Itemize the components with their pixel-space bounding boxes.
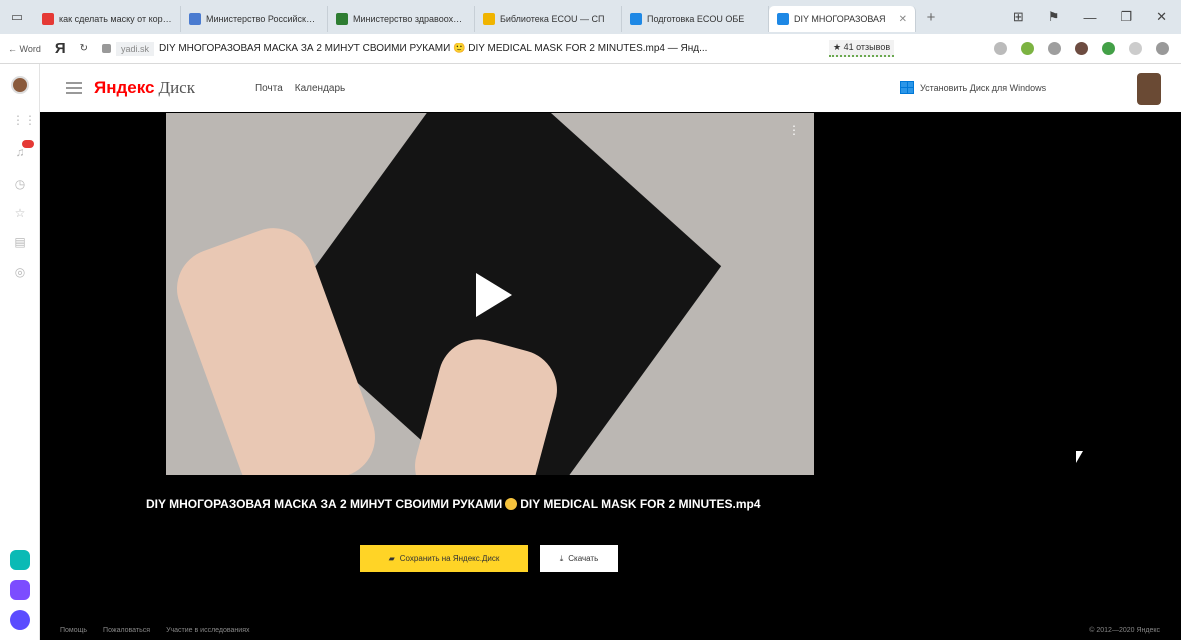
file-name: DIY МНОГОРАЗОВАЯ МАСКА ЗА 2 МИНУТ СВОИМИ…	[146, 497, 846, 511]
browser-sidebar: ⋮⋮ ♫ ◷ ☆ ▤ ◎	[0, 64, 40, 640]
avatar[interactable]	[1137, 73, 1161, 105]
reload-icon[interactable]: ↻	[80, 43, 88, 54]
extension-icon[interactable]	[1021, 42, 1034, 55]
tab-favicon-icon	[336, 13, 348, 25]
address-bar: ← Word Я ↻ yadi.sk DIY МНОГОРАЗОВАЯ МАСК…	[0, 34, 1181, 64]
star-icon[interactable]: ☆	[12, 205, 28, 221]
history-icon[interactable]: ◷	[12, 176, 28, 192]
yandex-icon[interactable]: Я	[55, 40, 66, 57]
protect-icon[interactable]: ⚑	[1048, 9, 1060, 25]
video-player[interactable]: ⋮	[166, 113, 814, 475]
shield-icon[interactable]	[1102, 42, 1115, 55]
close-window-icon[interactable]: ✕	[1156, 9, 1167, 25]
install-label: Установить Диск для Windows	[920, 82, 1047, 93]
download-button[interactable]: ⤓ Скачать	[540, 545, 618, 572]
minimize-icon[interactable]: —	[1083, 10, 1096, 25]
collections-icon[interactable]: ▤	[12, 234, 28, 250]
copyright: © 2012—2020 Яндекс	[1089, 627, 1160, 634]
restore-icon[interactable]: ❐	[1120, 9, 1132, 25]
extension-icon[interactable]	[1048, 42, 1061, 55]
tab-2[interactable]: Министерство Российской Федерации	[181, 6, 328, 32]
extension-icon[interactable]	[1129, 42, 1142, 55]
reviews-badge[interactable]: ★ 41 отзывов	[829, 40, 895, 57]
menu-icon[interactable]	[66, 82, 82, 94]
extensions	[994, 42, 1181, 55]
save-button-label: Сохранить на Яндекс.Диск	[399, 554, 500, 563]
tab-3[interactable]: Министерство здравоохранения	[328, 6, 475, 32]
new-tab-button[interactable]: +	[916, 9, 946, 26]
save-to-disk-button[interactable]: ▰ Сохранить на Яндекс.Диск	[360, 545, 528, 572]
tab-favicon-icon	[777, 13, 789, 25]
disk-header: Яндекс Диск Почта Календарь Установить Ди…	[40, 64, 1181, 112]
tab-1[interactable]: как сделать маску от коронавируса	[34, 6, 181, 32]
close-tab-icon[interactable]: ✕	[899, 14, 907, 25]
tab-favicon-icon	[189, 13, 201, 25]
tab-favicon-icon	[630, 13, 642, 25]
alice-icon[interactable]	[10, 610, 30, 630]
sidebar-toggle-icon[interactable]: ▭	[0, 0, 34, 34]
messenger-app-icon[interactable]	[10, 550, 30, 570]
help-link[interactable]: Помощь	[60, 627, 87, 634]
tab-label: DIY МНОГОРАЗОВАЯ	[794, 14, 886, 24]
bookmarks-icon[interactable]: ⊞	[1013, 9, 1024, 25]
report-link[interactable]: Пожаловаться	[103, 627, 150, 634]
tab-label: Министерство здравоохранения	[353, 14, 466, 24]
tab-label: как сделать маску от коронавируса	[59, 14, 172, 24]
mouse-cursor	[1076, 451, 1083, 463]
logo-product: Диск	[158, 78, 195, 97]
tab-5[interactable]: Подготовка ECOU ОБЕ	[622, 6, 769, 32]
file-name-tail: DIY MEDICAL MASK FOR 2 MINUTES.mp4	[520, 497, 761, 511]
apps-icon[interactable]: ⋮⋮	[12, 112, 36, 128]
page-footer: Помощь Пожаловаться Участие в исследован…	[60, 627, 1160, 634]
mail-link[interactable]: Почта	[255, 83, 283, 94]
download-icon: ⤓	[559, 553, 564, 563]
url-domain[interactable]: yadi.sk	[116, 41, 155, 56]
more-options-icon[interactable]: ⋮	[788, 123, 800, 137]
tab-favicon-icon	[483, 13, 495, 25]
tab-label: Министерство Российской Федерации	[206, 14, 319, 24]
logo-brand: Яндекс	[94, 78, 155, 97]
tab-favicon-icon	[42, 13, 54, 25]
download-icon[interactable]	[1156, 42, 1169, 55]
research-link[interactable]: Участие в исследованиях	[166, 627, 249, 634]
download-button-label: Скачать	[568, 554, 599, 563]
tab-active[interactable]: DIY МНОГОРАЗОВАЯ ✕	[769, 6, 916, 32]
lock-icon	[102, 44, 112, 53]
disk-icon: ▰	[388, 554, 395, 563]
camera-app-icon[interactable]	[10, 580, 30, 600]
tab-label: Подготовка ECOU ОБЕ	[647, 14, 745, 24]
downloads-icon[interactable]: ◎	[12, 264, 28, 280]
smiley-icon	[505, 498, 518, 510]
install-disk-link[interactable]: Установить Диск для Windows	[900, 81, 1046, 94]
yandex-disk-logo[interactable]: Яндекс Диск	[94, 78, 195, 98]
url-page-title[interactable]: DIY МНОГОРАЗОВАЯ МАСКА ЗА 2 МИНУТ СВОИМИ…	[159, 43, 799, 54]
tab-4[interactable]: Библиотека ECOU — СП	[475, 6, 622, 32]
nav-buttons: ← Word Я ↻	[8, 40, 88, 57]
window-controls: ⊞ ⚑ — ❐ ✕	[1013, 9, 1181, 25]
profile-icon[interactable]	[11, 76, 29, 94]
back-label: Word	[19, 43, 41, 54]
menu-icon[interactable]	[994, 42, 1007, 55]
calendar-link[interactable]: Календарь	[295, 83, 345, 94]
header-links: Почта Календарь	[255, 83, 345, 94]
notification-badge	[22, 140, 34, 148]
tab-label: Библиотека ECOU — СП	[500, 14, 605, 24]
extension-icon[interactable]	[1075, 42, 1088, 55]
windows-icon	[900, 81, 914, 94]
file-name-main: DIY МНОГОРАЗОВАЯ МАСКА ЗА 2 МИНУТ СВОИМИ…	[146, 497, 503, 511]
play-icon[interactable]	[476, 273, 512, 317]
browser-tab-bar: ▭ как сделать маску от коронавируса Мини…	[0, 0, 1181, 34]
back-button[interactable]: ← Word	[8, 44, 41, 54]
